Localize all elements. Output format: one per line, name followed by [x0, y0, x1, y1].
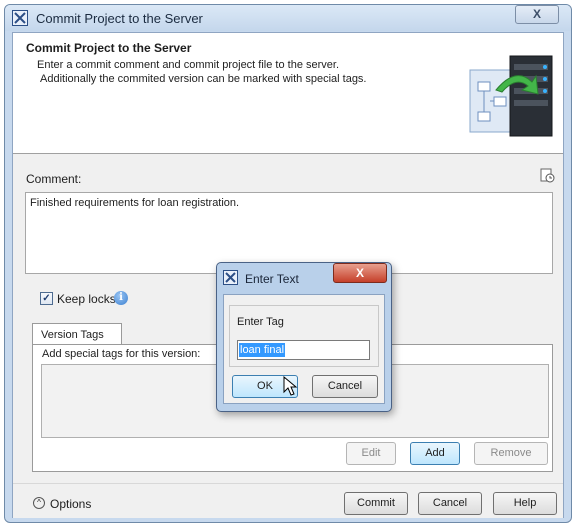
commit-button[interactable]: Commit	[344, 492, 408, 515]
add-tag-button[interactable]: Add	[410, 442, 460, 465]
history-icon[interactable]	[540, 168, 555, 183]
edit-tag-button[interactable]: Edit	[346, 442, 396, 465]
info-icon[interactable]: i	[114, 291, 128, 305]
window-title: Commit Project to the Server	[36, 11, 203, 26]
enter-tag-label: Enter Tag	[237, 316, 284, 328]
mouse-pointer-icon	[283, 375, 299, 398]
header-title: Commit Project to the Server	[26, 41, 192, 55]
help-button[interactable]: Help	[493, 492, 557, 515]
comment-label: Comment:	[26, 172, 82, 186]
app-icon	[12, 10, 28, 26]
header-description-line2: Additionally the commited version can be…	[40, 73, 367, 85]
server-commit-icon	[466, 42, 562, 138]
chevron-up-icon[interactable]: ^	[33, 497, 45, 509]
remove-tag-button[interactable]: Remove	[474, 442, 548, 465]
tag-input-value[interactable]: loan final	[239, 343, 286, 357]
enter-text-cancel-button[interactable]: Cancel	[312, 375, 378, 398]
keep-locks-checkbox[interactable]: ✓	[40, 292, 53, 305]
tab-version-tags[interactable]: Version Tags	[32, 323, 122, 345]
header-description-line1: Enter a commit comment and commit projec…	[37, 59, 340, 71]
cancel-button[interactable]: Cancel	[418, 492, 482, 515]
window-close-button[interactable]: X	[515, 5, 559, 24]
dialog-app-icon	[223, 270, 238, 285]
version-tags-instruction: Add special tags for this version:	[42, 348, 201, 360]
enter-text-dialog-title: Enter Text	[245, 272, 299, 286]
window-title-bar[interactable]: Commit Project to the Server	[5, 5, 571, 31]
keep-locks-label: Keep locks	[57, 292, 116, 306]
options-toggle[interactable]: Options	[50, 497, 91, 511]
enter-text-close-button[interactable]: X	[333, 263, 387, 283]
